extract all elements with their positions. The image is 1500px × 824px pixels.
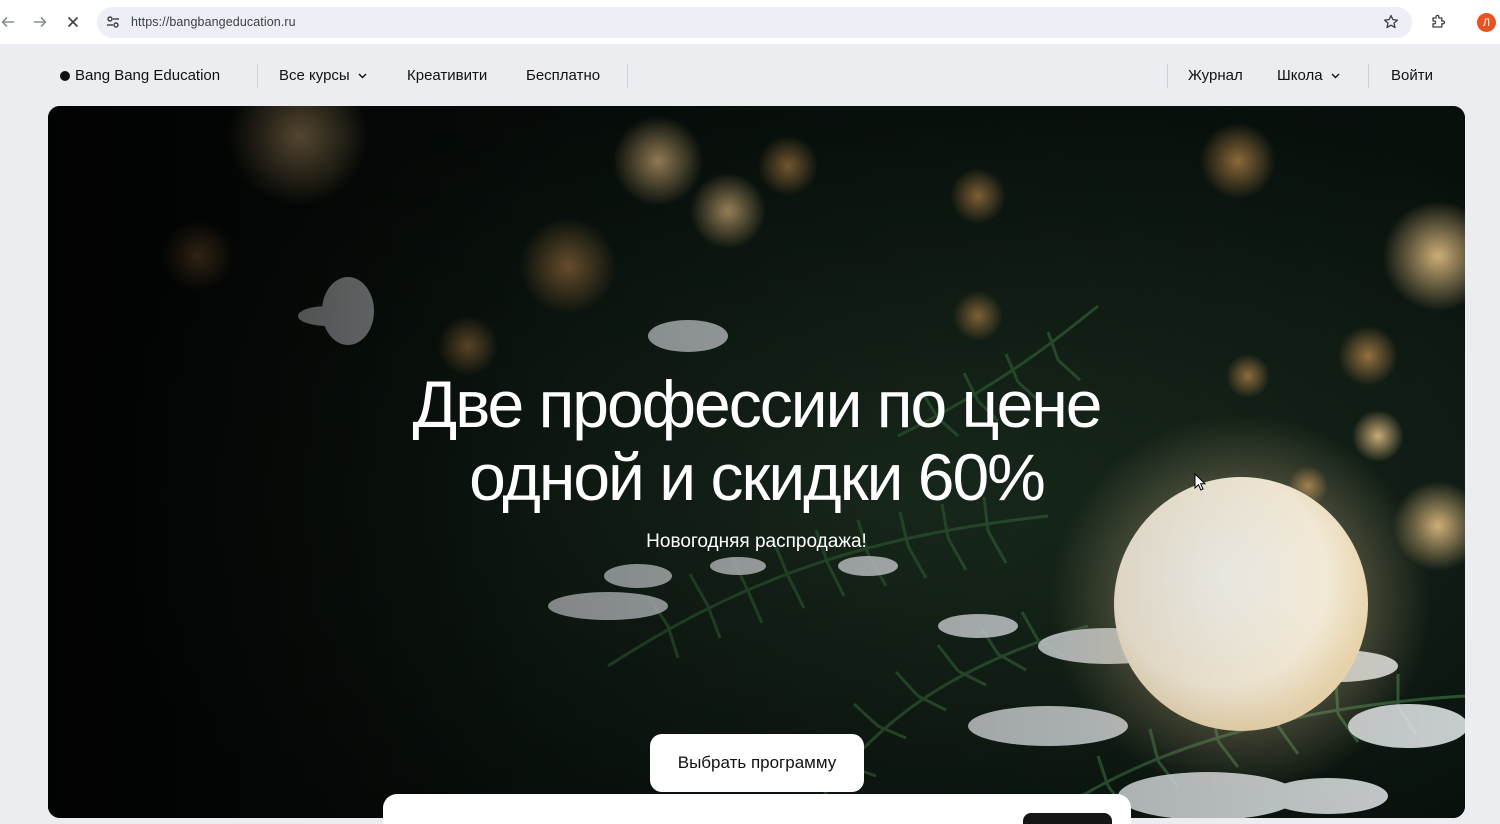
chevron-down-icon bbox=[1331, 73, 1340, 78]
site-settings-icon[interactable] bbox=[105, 14, 121, 30]
login-link[interactable]: Войти bbox=[1391, 67, 1433, 84]
hero-title-line-1: Две профессии по цене bbox=[412, 367, 1103, 441]
nav-divider bbox=[1368, 64, 1369, 88]
browser-toolbar: https://bangbangeducation.ru Л bbox=[0, 0, 1500, 44]
nav-divider bbox=[257, 64, 258, 88]
profile-avatar[interactable]: Л bbox=[1477, 13, 1496, 32]
hero-title-line-2: одной и скидки 60% bbox=[469, 440, 1046, 514]
address-bar[interactable]: https://bangbangeducation.ru bbox=[97, 7, 1412, 38]
nav-divider bbox=[1167, 64, 1168, 88]
forward-arrow-icon[interactable] bbox=[29, 11, 51, 33]
nav-all-courses[interactable]: Все курсы bbox=[279, 67, 367, 84]
bookmark-star-icon[interactable] bbox=[1380, 11, 1402, 33]
hero-subtitle: Новогодняя распродажа! bbox=[646, 531, 867, 552]
logo-dot-icon bbox=[60, 70, 70, 81]
bottom-card bbox=[383, 794, 1131, 824]
site-header: Bang Bang Education Все курсы Креативити… bbox=[0, 44, 1500, 106]
extensions-puzzle-icon[interactable] bbox=[1427, 11, 1449, 33]
nav-divider bbox=[627, 64, 628, 88]
nav-free[interactable]: Бесплатно bbox=[526, 67, 600, 84]
hero-title: Две профессии по цене одной и скидки 60% bbox=[48, 368, 1465, 514]
nav-creativity[interactable]: Креативити bbox=[407, 67, 487, 84]
site-logo[interactable]: Bang Bang Education bbox=[60, 67, 220, 84]
nav-all-courses-label: Все курсы bbox=[279, 67, 350, 84]
nav-journal[interactable]: Журнал bbox=[1188, 67, 1243, 84]
mouse-cursor-icon bbox=[1194, 473, 1206, 491]
logo-text: Bang Bang Education bbox=[75, 67, 221, 84]
hero-banner: Две профессии по цене одной и скидки 60%… bbox=[48, 106, 1465, 818]
url-text[interactable]: https://bangbangeducation.ru bbox=[131, 15, 296, 29]
nav-school[interactable]: Школа bbox=[1277, 67, 1340, 84]
choose-program-button[interactable]: Выбрать программу bbox=[650, 734, 864, 792]
stop-loading-close-icon[interactable] bbox=[62, 11, 84, 33]
back-arrow-icon[interactable] bbox=[0, 11, 19, 33]
nav-school-label: Школа bbox=[1277, 67, 1323, 84]
chevron-down-icon bbox=[358, 73, 367, 78]
bottom-card-button[interactable] bbox=[1023, 813, 1112, 824]
